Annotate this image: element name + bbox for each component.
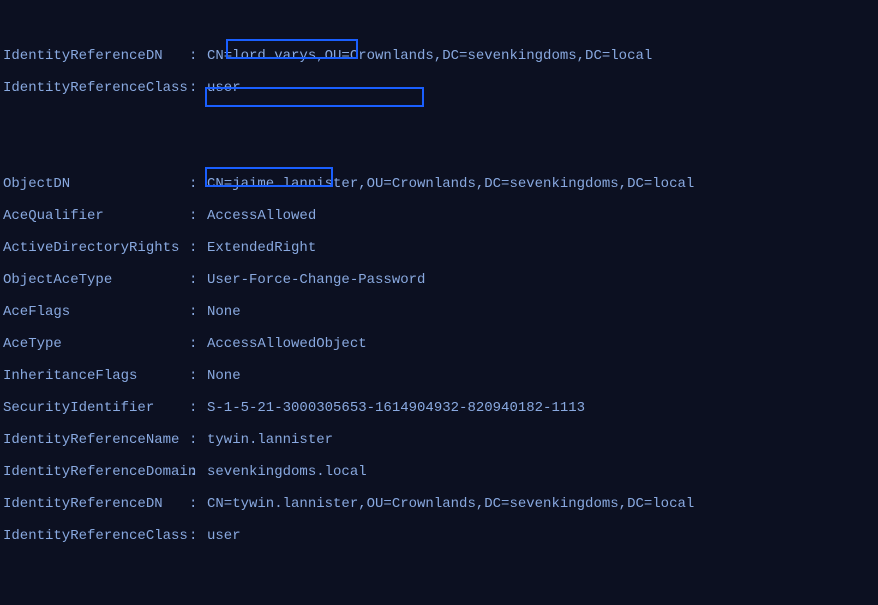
output-row: ActiveDirectoryRights: ExtendedRight (3, 240, 875, 256)
field-value: user (207, 528, 241, 544)
field-key: AceType (3, 336, 189, 352)
field-key: IdentityReferenceDN (3, 48, 189, 64)
field-sep: : (189, 272, 207, 288)
field-key: IdentityReferenceDomain (3, 464, 189, 480)
field-sep: : (189, 432, 207, 448)
output-row: IdentityReferenceDN: CN=lord.varys,OU=Cr… (3, 48, 875, 64)
output-row: AceFlags: None (3, 304, 875, 320)
field-key: ActiveDirectoryRights (3, 240, 189, 256)
field-value: AccessAllowedObject (207, 336, 367, 352)
output-row: IdentityReferenceClass: user (3, 80, 875, 96)
field-sep: : (189, 528, 207, 544)
field-value: CN=jaime.lannister,OU=Crownlands,DC=seve… (207, 176, 694, 192)
field-sep: : (189, 400, 207, 416)
field-key: AceQualifier (3, 208, 189, 224)
field-sep: : (189, 368, 207, 384)
blank-row (3, 112, 875, 128)
output-row: ObjectAceType: User-Force-Change-Passwor… (3, 272, 875, 288)
output-row: IdentityReferenceClass: user (3, 528, 875, 544)
field-key: IdentityReferenceClass (3, 528, 189, 544)
field-key: IdentityReferenceName (3, 432, 189, 448)
field-value: ExtendedRight (207, 240, 316, 256)
field-value: user (207, 80, 241, 96)
field-key: IdentityReferenceDN (3, 496, 189, 512)
field-value: User-Force-Change-Password (207, 272, 425, 288)
field-value: AccessAllowed (207, 208, 316, 224)
field-key: ObjectAceType (3, 272, 189, 288)
field-sep: : (189, 80, 207, 96)
output-row: InheritanceFlags: None (3, 368, 875, 384)
field-sep: : (189, 336, 207, 352)
output-row: IdentityReferenceDomain: sevenkingdoms.l… (3, 464, 875, 480)
field-sep: : (189, 496, 207, 512)
field-value: tywin.lannister (207, 432, 333, 448)
field-value: None (207, 368, 241, 384)
field-key: AceFlags (3, 304, 189, 320)
field-key: InheritanceFlags (3, 368, 189, 384)
field-value: CN=tywin.lannister,OU=Crownlands,DC=seve… (207, 496, 694, 512)
output-row: IdentityReferenceName: tywin.lannister (3, 432, 875, 448)
output-row: ObjectDN: CN=jaime.lannister,OU=Crownlan… (3, 176, 875, 192)
field-sep: : (189, 48, 207, 64)
field-value: sevenkingdoms.local (207, 464, 367, 480)
field-value: None (207, 304, 241, 320)
blank-row (3, 560, 875, 576)
field-sep: : (189, 176, 207, 192)
terminal-output: IdentityReferenceDN: CN=lord.varys,OU=Cr… (0, 0, 878, 605)
field-sep: : (189, 208, 207, 224)
field-key: ObjectDN (3, 176, 189, 192)
output-row: AceType: AccessAllowedObject (3, 336, 875, 352)
output-row: AceQualifier: AccessAllowed (3, 208, 875, 224)
field-value: S-1-5-21-3000305653-1614904932-820940182… (207, 400, 585, 416)
field-sep: : (189, 464, 207, 480)
field-key: IdentityReferenceClass (3, 80, 189, 96)
field-value: CN=lord.varys,OU=Crownlands,DC=sevenking… (207, 48, 652, 64)
field-sep: : (189, 304, 207, 320)
output-row: SecurityIdentifier: S-1-5-21-3000305653-… (3, 400, 875, 416)
field-key: SecurityIdentifier (3, 400, 189, 416)
output-row: IdentityReferenceDN: CN=tywin.lannister,… (3, 496, 875, 512)
field-sep: : (189, 240, 207, 256)
